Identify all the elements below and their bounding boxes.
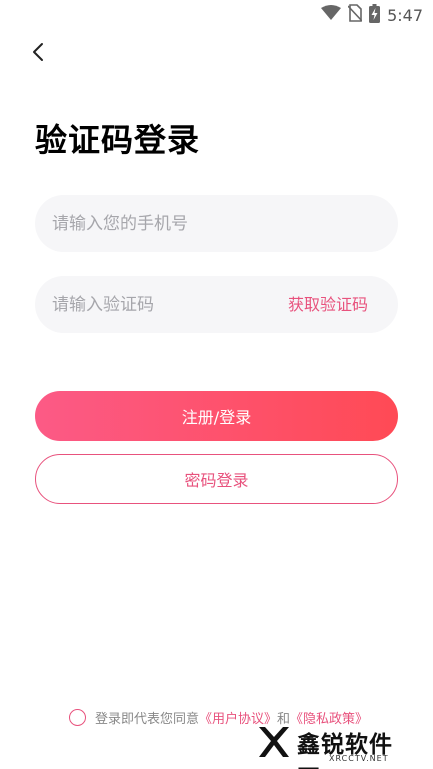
phone-input[interactable] bbox=[52, 195, 282, 252]
watermark-logo-icon bbox=[255, 723, 293, 761]
watermark-sub: XRCCTV.NET bbox=[329, 754, 389, 763]
phone-field bbox=[35, 195, 398, 252]
password-login-button[interactable]: 密码登录 bbox=[35, 454, 398, 504]
code-field: 获取验证码 bbox=[35, 276, 398, 333]
wifi-icon bbox=[321, 5, 342, 25]
verification-code-input[interactable] bbox=[52, 276, 282, 333]
watermark: 鑫锐软件园 XRCCTV.NET bbox=[255, 721, 415, 769]
get-code-button[interactable]: 获取验证码 bbox=[288, 276, 368, 333]
back-button[interactable] bbox=[26, 42, 50, 66]
chevron-left-icon bbox=[31, 42, 45, 66]
page-title: 验证码登录 bbox=[35, 121, 201, 159]
no-sim-icon bbox=[347, 4, 363, 26]
status-bar: 5:47 bbox=[0, 0, 433, 30]
status-icons: 5:47 bbox=[321, 3, 423, 27]
battery-charging-icon bbox=[369, 3, 381, 27]
status-time: 5:47 bbox=[387, 5, 423, 25]
agreement-prefix: 登录即代表您同意 bbox=[95, 711, 200, 727]
agree-radio[interactable] bbox=[69, 708, 86, 726]
register-login-button[interactable]: 注册/登录 bbox=[35, 391, 398, 441]
